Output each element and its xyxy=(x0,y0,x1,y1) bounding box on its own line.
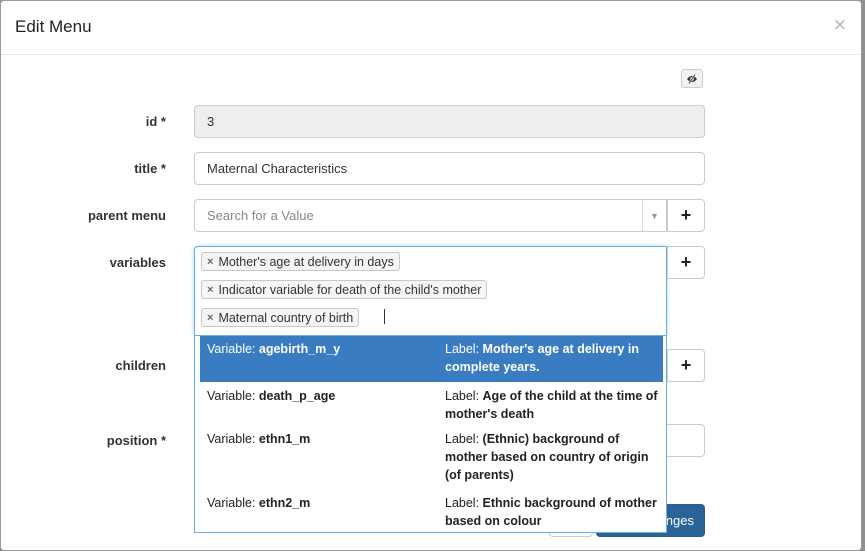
add-child-button[interactable]: + xyxy=(667,349,705,382)
id-label: id * xyxy=(145,114,166,129)
title-value: Maternal Characteristics xyxy=(207,161,348,176)
toggle-visibility-button[interactable] xyxy=(681,69,703,88)
option-variable: Variable: agebirth_m_y xyxy=(207,342,341,356)
tag-label: Maternal country of birth xyxy=(218,310,354,325)
option-label: Label: Mother's age at delivery in compl… xyxy=(445,342,640,374)
parent-menu-select[interactable]: Search for a Value ▼ xyxy=(194,199,667,232)
variables-dropdown: Variable: agebirth_m_y Label: Mother's a… xyxy=(194,336,667,533)
eye-slash-icon xyxy=(687,73,697,84)
option-label: Label: Ethnic background of mother based… xyxy=(445,496,657,528)
parent-menu-label: parent menu xyxy=(87,208,166,223)
parent-menu-placeholder: Search for a Value xyxy=(207,208,314,223)
selected-variable-tag[interactable]: × Indicator variable for death of the ch… xyxy=(201,280,488,299)
id-field: 3 xyxy=(194,105,705,138)
close-icon[interactable]: × xyxy=(833,15,847,35)
tag-label: Indicator variable for death of the chil… xyxy=(218,282,482,297)
option-label: Label: Age of the child at the time of m… xyxy=(445,389,658,421)
dropdown-option[interactable]: Variable: death_p_age Label: Age of the … xyxy=(200,383,663,423)
caret-down-icon[interactable]: ▼ xyxy=(642,200,666,231)
title-field[interactable]: Maternal Characteristics xyxy=(194,152,705,185)
remove-tag-icon[interactable]: × xyxy=(207,284,213,296)
edit-menu-modal: Edit Menu × id * 3 title * Maternal Char… xyxy=(0,0,862,551)
variables-label: variables xyxy=(109,255,166,270)
remove-tag-icon[interactable]: × xyxy=(207,312,213,324)
tag-label: Mother's age at delivery in days xyxy=(218,254,394,269)
add-variable-button[interactable]: + xyxy=(667,246,705,279)
option-variable: Variable: death_p_age xyxy=(207,389,336,403)
dropdown-option[interactable]: Variable: ethn2_m Label: Ethnic backgrou… xyxy=(200,490,663,532)
text-cursor xyxy=(384,309,385,324)
position-field[interactable] xyxy=(667,424,705,457)
modal-header: Edit Menu × xyxy=(1,1,861,55)
selected-variable-tag[interactable]: × Maternal country of birth xyxy=(201,308,360,327)
option-label: Label: (Ethnic) background of mother bas… xyxy=(445,432,649,482)
option-variable: Variable: ethn1_m xyxy=(207,432,311,446)
variables-multiselect[interactable]: × Mother's age at delivery in days × Ind… xyxy=(194,246,667,336)
id-value: 3 xyxy=(207,114,215,129)
children-label: children xyxy=(115,358,166,373)
modal-title: Edit Menu xyxy=(15,17,92,36)
dropdown-option[interactable]: Variable: agebirth_m_y Label: Mother's a… xyxy=(200,336,663,382)
remove-tag-icon[interactable]: × xyxy=(207,256,213,268)
dropdown-option[interactable]: Variable: ethn1_m Label: (Ethnic) backgr… xyxy=(200,426,663,486)
title-label: title * xyxy=(134,161,166,176)
selected-variable-tag[interactable]: × Mother's age at delivery in days xyxy=(201,252,400,271)
position-label: position * xyxy=(106,433,166,448)
option-variable: Variable: ethn2_m xyxy=(207,496,311,510)
add-parent-menu-button[interactable]: + xyxy=(667,199,705,232)
